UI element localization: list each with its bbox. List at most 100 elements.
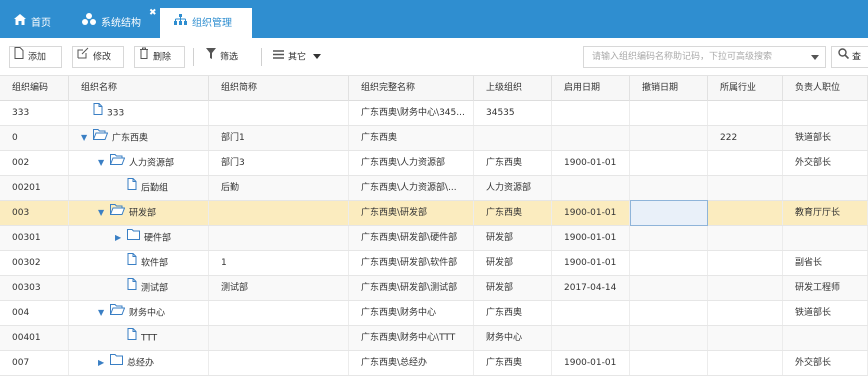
cell-name: TTT [69, 326, 209, 350]
tab-org-management[interactable]: 组织管理 [160, 8, 252, 38]
file-icon [127, 276, 137, 300]
header-col-parent[interactable]: 上级组织 [474, 76, 552, 101]
menu-icon [273, 47, 284, 67]
header-col-code[interactable]: 组织编码 [0, 76, 69, 101]
close-icon[interactable]: ✖ [241, 9, 249, 18]
cell-short [209, 201, 349, 225]
cell-full-name: 广东西奥\财务中心\TTT [349, 326, 474, 350]
folder-open-icon [109, 301, 126, 325]
collapse-toggle-icon[interactable]: ▼ [98, 301, 107, 325]
cell-end-date [630, 326, 708, 350]
header-col-position[interactable]: 负责人职位 [783, 76, 868, 101]
cell-parent: 研发部 [474, 276, 552, 300]
table-row[interactable]: 007 ▶ 总经办 广东西奥\总经办 广东西奥 1900-01-01 外交部长 [0, 351, 868, 376]
cell-name: ▶ 总经办 [69, 351, 209, 375]
table-row[interactable]: 333 333 广东西奥\财务中心\345... 34535 [0, 101, 868, 126]
table-row[interactable]: 002 ▼ 人力资源部 部门3 广东西奥\人力资源部 广东西奥 1900-01-01 外交部长 [0, 151, 868, 176]
cell-short: 测试部 [209, 276, 349, 300]
cell-code: 00303 [0, 276, 69, 300]
cell-end-date[interactable] [630, 200, 708, 226]
cell-end-date [630, 226, 708, 250]
header-col-start-date[interactable]: 启用日期 [552, 76, 630, 101]
header-col-industry[interactable]: 所属行业 [708, 76, 783, 101]
cell-position: 副省长 [783, 251, 868, 275]
file-icon [93, 101, 103, 125]
home-icon [14, 8, 26, 38]
cell-start-date: 1900-01-01 [552, 226, 630, 250]
org-name-label: 后勤组 [141, 183, 169, 194]
cell-full-name: 广东西奥\人力资源部\... [349, 176, 474, 200]
cell-name: 后勤组 [69, 176, 209, 200]
cell-end-date [630, 101, 708, 125]
search-icon [838, 47, 850, 67]
sitemap-icon [82, 8, 96, 38]
cell-code: 004 [0, 301, 69, 325]
delete-button[interactable]: 删除 [134, 46, 185, 68]
cell-code: 00201 [0, 176, 69, 200]
header-col-full-name[interactable]: 组织完整名称 [349, 76, 474, 101]
table-row[interactable]: 0 ▼ 广东西奥 部门1 广东西奥 222 铁道部长 [0, 126, 868, 151]
file-add-icon [14, 47, 24, 67]
table-row[interactable]: 00201 后勤组 后勤 广东西奥\人力资源部\... 人力资源部 [0, 176, 868, 201]
cell-start-date: 1900-01-01 [552, 151, 630, 175]
add-button[interactable]: 添加 [9, 46, 62, 68]
collapse-toggle-icon[interactable]: ▼ [81, 126, 90, 150]
tab-system-structure[interactable]: 系统结构 [68, 8, 160, 38]
expand-toggle-icon[interactable]: ▶ [115, 226, 124, 250]
table-row[interactable]: 004 ▼ 财务中心 广东西奥\财务中心 广东西奥 铁道部长 [0, 301, 868, 326]
table-row[interactable]: 00302 软件部 1 广东西奥\研发部\软件部 研发部 1900-01-01 副省长 [0, 251, 868, 276]
cell-end-date [630, 176, 708, 200]
folder-open-icon [109, 151, 126, 175]
cell-industry: 222 [708, 126, 783, 150]
cell-industry [708, 276, 783, 300]
cell-end-date [630, 301, 708, 325]
cell-code: 00302 [0, 251, 69, 275]
cell-end-date [630, 276, 708, 300]
file-icon [127, 326, 137, 350]
header-col-end-date[interactable]: 撤销日期 [630, 76, 708, 101]
other-dropdown-button[interactable]: 其它 [268, 46, 334, 68]
tab-label: 系统结构 [101, 18, 141, 29]
cell-name: 测试部 [69, 276, 209, 300]
org-name-label: 硬件部 [144, 233, 172, 244]
cell-full-name: 广东西奥\人力资源部 [349, 151, 474, 175]
expand-toggle-icon[interactable]: ▶ [98, 351, 107, 375]
cell-position [783, 326, 868, 350]
folder-icon [127, 226, 140, 250]
cell-end-date [630, 126, 708, 150]
cell-name: ▼ 研发部 [69, 201, 209, 225]
toolbar-divider [193, 48, 194, 66]
cell-position: 研发工程师 [783, 276, 868, 300]
org-name-label: 软件部 [141, 258, 169, 269]
search-button[interactable]: 查 [831, 46, 868, 68]
cell-code: 0 [0, 126, 69, 150]
header-col-name[interactable]: 组织名称 [69, 76, 209, 101]
collapse-toggle-icon[interactable]: ▼ [98, 151, 107, 175]
cell-position: 外交部长 [783, 151, 868, 175]
table-row[interactable]: 003 ▼ 研发部 广东西奥\研发部 广东西奥 1900-01-01 教育厅厅长 [0, 200, 868, 226]
table-row[interactable]: 00401 TTT 广东西奥\财务中心\TTT 财务中心 [0, 326, 868, 351]
cell-short [209, 326, 349, 350]
cell-full-name: 广东西奥\财务中心\345... [349, 101, 474, 125]
cell-code: 007 [0, 351, 69, 375]
cell-start-date [552, 301, 630, 325]
cell-start-date [552, 126, 630, 150]
cell-parent: 广东西奥 [474, 151, 552, 175]
cell-parent: 34535 [474, 101, 552, 125]
filter-button[interactable]: 筛选 [201, 46, 254, 68]
edit-button[interactable]: 修改 [72, 46, 124, 68]
cell-short [209, 101, 349, 125]
org-icon [174, 8, 187, 38]
cell-name: 软件部 [69, 251, 209, 275]
tab-home[interactable]: 首页 [0, 8, 68, 38]
table-row[interactable]: 00301 ▶ 硬件部 广东西奥\研发部\硬件部 研发部 1900-01-01 [0, 226, 868, 251]
table-row[interactable]: 00303 测试部 测试部 广东西奥\研发部\测试部 研发部 2017-04-14 研发工程… [0, 276, 868, 301]
header-col-short[interactable]: 组织简称 [209, 76, 349, 101]
collapse-toggle-icon[interactable]: ▼ [98, 201, 107, 225]
close-icon[interactable]: ✖ [149, 9, 157, 18]
cell-short: 1 [209, 251, 349, 275]
table-header: 组织编码 组织名称 组织简称 组织完整名称 上级组织 启用日期 撤销日期 所属行业 负责人职位 [0, 76, 868, 101]
search-dropdown-icon[interactable] [811, 55, 819, 60]
search-input[interactable] [584, 47, 794, 67]
cell-position [783, 101, 868, 125]
